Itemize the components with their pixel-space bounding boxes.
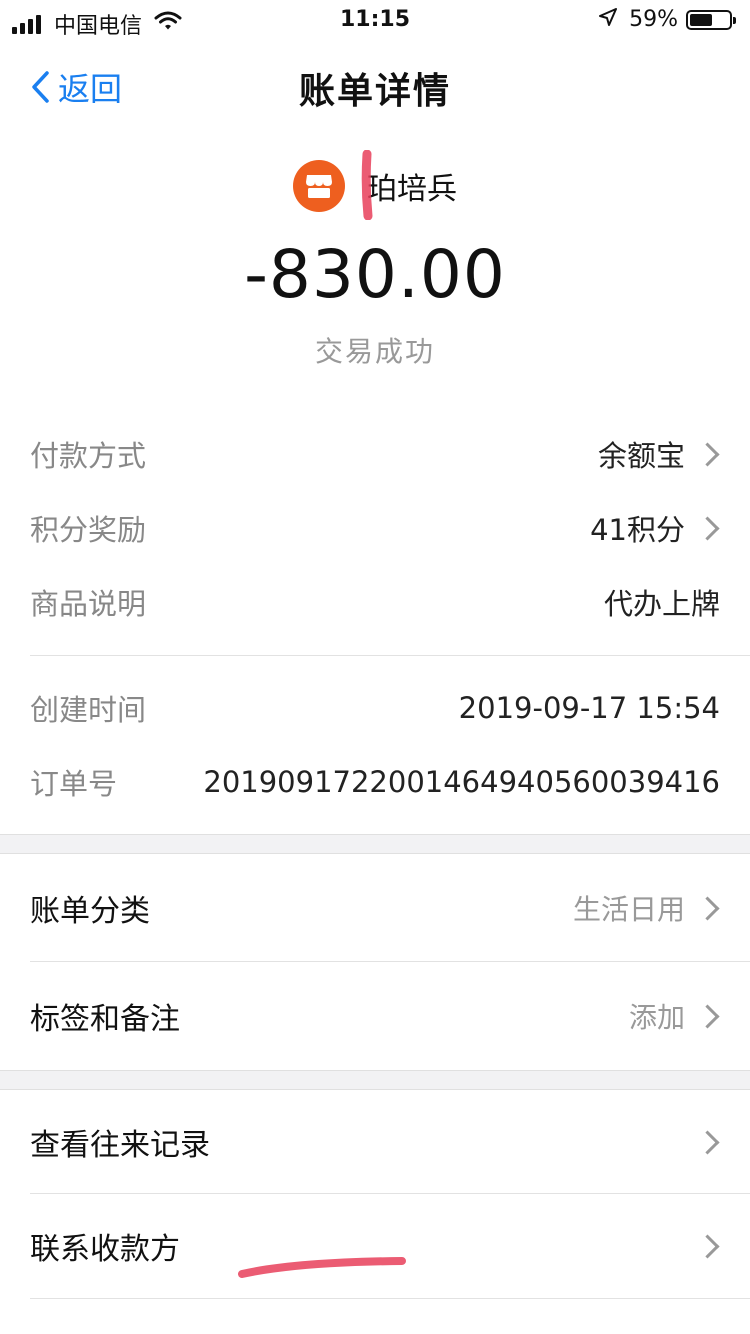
order-number-value: 2019091722001464940560039416	[203, 765, 720, 799]
detail-row-points[interactable]: 积分奖励 41积分	[30, 503, 720, 553]
menu-label: 联系收款方	[30, 1232, 180, 1267]
store-icon	[293, 160, 345, 212]
points-value: 41积分	[590, 513, 685, 547]
transaction-status: 交易成功	[314, 335, 435, 368]
menu-label: 账单分类	[30, 894, 150, 929]
battery-icon	[686, 9, 736, 30]
detail-row-order-number: 订单号 2019091722001464940560039416	[30, 757, 720, 807]
menu-value	[685, 1233, 720, 1259]
detail-row-created-time: 创建时间 2019-09-17 15:54	[30, 683, 720, 733]
tags-notes-value: 添加	[628, 1001, 685, 1034]
chevron-right-icon	[695, 1129, 720, 1155]
merchant-header: 珀培兵	[0, 156, 750, 216]
chevron-right-icon	[695, 895, 720, 921]
chevron-right-icon	[695, 441, 720, 467]
detail-label: 付款方式	[30, 439, 147, 473]
chevron-right-icon	[695, 1233, 720, 1259]
merchant-name: 珀培兵	[367, 172, 457, 207]
menu-label: 标签和备注	[30, 1002, 180, 1037]
location-icon	[599, 7, 618, 32]
status-bar: 中国电信 11:15 59%	[0, 0, 750, 42]
menu-row-contact-payee[interactable]: 联系收款方	[30, 1216, 720, 1276]
menu-row-history[interactable]: 查看往来记录	[30, 1112, 720, 1172]
menu-value	[685, 1129, 720, 1155]
menu-value: 生活日用	[573, 888, 720, 928]
section-gap	[0, 1070, 750, 1090]
bill-category-value: 生活日用	[572, 893, 685, 926]
detail-row-description: 商品说明 代办上牌	[30, 577, 720, 627]
detail-label: 订单号	[30, 767, 118, 801]
detail-label: 商品说明	[30, 587, 147, 621]
navigation-bar: 返回 账单详情	[0, 42, 750, 130]
payment-method-value: 余额宝	[597, 439, 685, 473]
menu-label: 查看往来记录	[30, 1128, 210, 1163]
chevron-right-icon	[695, 1003, 720, 1029]
created-time-value: 2019-09-17 15:54	[458, 691, 720, 725]
page-title: 账单详情	[298, 71, 451, 112]
divider	[30, 1193, 750, 1194]
detail-label: 积分奖励	[30, 513, 147, 547]
divider	[30, 961, 750, 962]
battery-percent: 59%	[629, 7, 678, 32]
detail-label: 创建时间	[30, 693, 147, 727]
menu-row-tags-notes[interactable]: 标签和备注 添加	[30, 986, 720, 1046]
status-bar-right: 59%	[599, 7, 736, 32]
transaction-amount: -830.00	[244, 236, 506, 313]
detail-value: 41积分	[590, 507, 720, 549]
chevron-right-icon	[695, 515, 720, 541]
divider	[30, 655, 750, 656]
menu-value: 添加	[629, 996, 720, 1036]
detail-value: 余额宝	[598, 433, 720, 475]
detail-row-payment-method[interactable]: 付款方式 余额宝	[30, 429, 720, 479]
description-value: 代办上牌	[603, 587, 720, 621]
section-gap	[0, 834, 750, 854]
divider	[30, 1298, 750, 1299]
menu-row-bill-category[interactable]: 账单分类 生活日用	[30, 878, 720, 938]
